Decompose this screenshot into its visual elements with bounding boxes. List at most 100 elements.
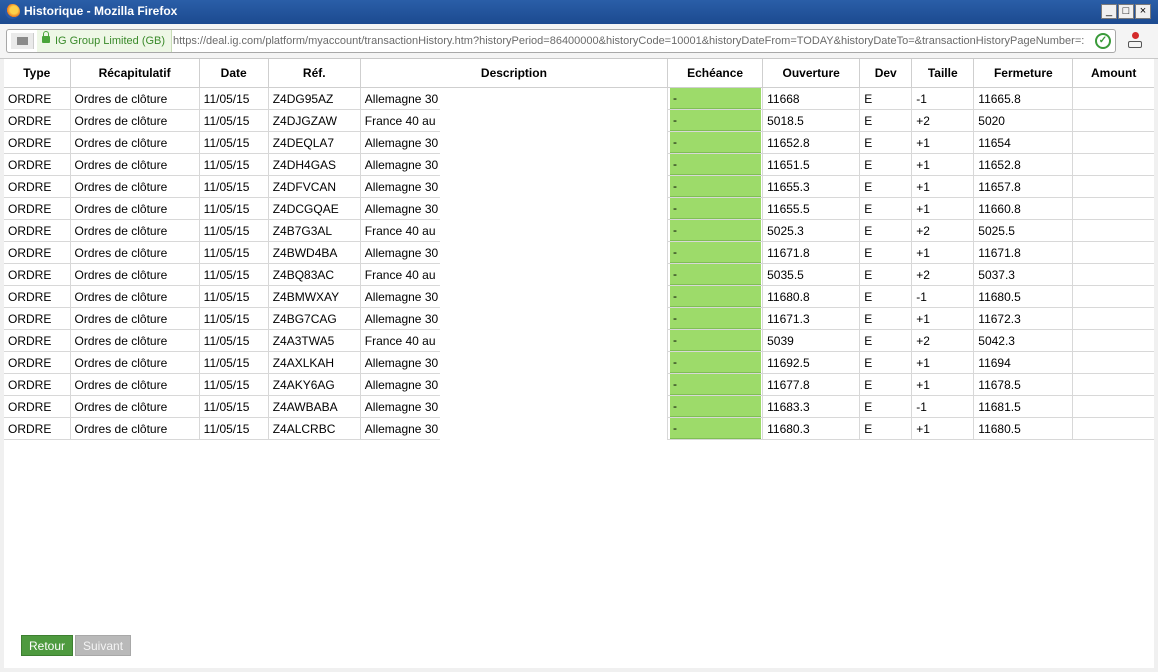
site-identity[interactable]: IG Group Limited (GB) xyxy=(37,30,173,52)
cell-date: 11/05/15 xyxy=(199,351,269,374)
table-row[interactable]: ORDRE Ordres de clôture 11/05/15 Z4DH4GAS Al… xyxy=(4,153,1154,176)
cell-amount xyxy=(1072,351,1154,374)
cell-description: Allemagne 30 xyxy=(360,285,441,308)
verified-check-icon[interactable]: ✓ xyxy=(1095,33,1111,49)
cell-recap: Ordres de clôture xyxy=(70,219,200,242)
notification-badge xyxy=(1132,32,1139,39)
table-header-row: Type Récapitulatif Date Réf. Description… xyxy=(4,59,1154,88)
column-header-ref: Réf. xyxy=(268,59,361,88)
cell-echeance: - xyxy=(667,109,764,132)
column-header-ouverture: Ouverture xyxy=(762,59,861,88)
table-row[interactable]: ORDRE Ordres de clôture 11/05/15 Z4DFVCAN Al… xyxy=(4,175,1154,198)
table-row[interactable]: ORDRE Ordres de clôture 11/05/15 Z4A3TWA5 Fr… xyxy=(4,329,1154,352)
table-row[interactable]: ORDRE Ordres de clôture 11/05/15 Z4BMWXAY Al… xyxy=(4,285,1154,308)
table-row[interactable]: ORDRE Ordres de clôture 11/05/15 Z4AXLKAH Al… xyxy=(4,351,1154,374)
table-row[interactable]: ORDRE Ordres de clôture 11/05/15 Z4ALCRBC Al… xyxy=(4,417,1154,440)
cell-ref: Z4BG7CAG xyxy=(268,307,361,330)
cell-date: 11/05/15 xyxy=(199,87,269,110)
table-row[interactable]: ORDRE Ordres de clôture 11/05/15 Z4BWD4BA Al… xyxy=(4,241,1154,264)
cell-fermeture: 11680.5 xyxy=(973,285,1074,308)
cell-amount xyxy=(1072,395,1154,418)
cell-amount xyxy=(1072,307,1154,330)
cell-ouverture: 11683.3 xyxy=(762,395,861,418)
table-row[interactable]: ORDRE Ordres de clôture 11/05/15 Z4BG7CAG Al… xyxy=(4,307,1154,330)
cell-dev: E xyxy=(859,373,913,396)
cell-recap: Ordres de clôture xyxy=(70,131,200,154)
cell-ref: Z4DEQLA7 xyxy=(268,131,361,154)
cell-description: Allemagne 30 xyxy=(360,351,441,374)
cell-amount xyxy=(1072,109,1154,132)
cell-dev: E xyxy=(859,329,913,352)
cell-ref: Z4AWBABA xyxy=(268,395,361,418)
cell-ref: Z4DCGQAE xyxy=(268,197,361,220)
cell-type: ORDRE xyxy=(4,241,71,264)
cell-type: ORDRE xyxy=(4,219,71,242)
cell-ref: Z4BQ83AC xyxy=(268,263,361,286)
maximize-button[interactable]: □ xyxy=(1118,4,1134,19)
echeance-value: - xyxy=(670,286,762,307)
cell-type: ORDRE xyxy=(4,351,71,374)
cell-type: ORDRE xyxy=(4,395,71,418)
table-row[interactable]: ORDRE Ordres de clôture 11/05/15 Z4DG95AZ Al… xyxy=(4,87,1154,110)
cell-recap: Ordres de clôture xyxy=(70,87,200,110)
cell-fermeture: 11654 xyxy=(973,131,1074,154)
cell-amount xyxy=(1072,373,1154,396)
table-row[interactable]: ORDRE Ordres de clôture 11/05/15 Z4DEQLA7 Al… xyxy=(4,131,1154,154)
table-row[interactable]: ORDRE Ordres de clôture 11/05/15 Z4DJGZAW Fr… xyxy=(4,109,1154,132)
cell-type: ORDRE xyxy=(4,307,71,330)
echeance-value: - xyxy=(670,396,762,417)
cell-description: France 40 au xyxy=(360,219,441,242)
cell-ref: Z4AXLKAH xyxy=(268,351,361,374)
table-row[interactable]: ORDRE Ordres de clôture 11/05/15 Z4BQ83AC Fr… xyxy=(4,263,1154,286)
cell-ref: Z4A3TWA5 xyxy=(268,329,361,352)
cell-echeance: - xyxy=(667,307,764,330)
address-bar[interactable]: IG Group Limited (GB) https://deal.ig.co… xyxy=(6,29,1116,53)
cell-type: ORDRE xyxy=(4,197,71,220)
next-button[interactable]: Suivant xyxy=(75,635,132,656)
cell-ref: Z4ALCRBC xyxy=(268,417,361,440)
cell-ouverture: 11655.3 xyxy=(762,175,861,198)
cell-description: Allemagne 30 xyxy=(360,417,441,440)
cell-date: 11/05/15 xyxy=(199,329,269,352)
url-text[interactable]: https://deal.ig.com/platform/myaccount/t… xyxy=(173,30,1088,52)
page-info-icon[interactable] xyxy=(11,33,34,49)
cell-ouverture: 5035.5 xyxy=(762,263,861,286)
cell-echeance: - xyxy=(667,351,764,374)
cell-date: 11/05/15 xyxy=(199,153,269,176)
cell-dev: E xyxy=(859,417,913,440)
cell-fermeture: 11681.5 xyxy=(973,395,1074,418)
cell-fermeture: 11671.8 xyxy=(973,241,1074,264)
back-button[interactable]: Retour xyxy=(21,635,74,656)
cell-date: 11/05/15 xyxy=(199,307,269,330)
cell-description-blank xyxy=(440,395,669,418)
cell-dev: E xyxy=(859,307,913,330)
cell-description-blank xyxy=(440,175,669,198)
cell-type: ORDRE xyxy=(4,109,71,132)
cell-fermeture: 11672.3 xyxy=(973,307,1074,330)
cell-dev: E xyxy=(859,131,913,154)
echeance-value: - xyxy=(670,154,762,175)
firefox-icon xyxy=(5,4,20,19)
window-title-bar: Historique - Mozilla Firefox _ □ × xyxy=(0,0,1158,24)
cell-ouverture: 11680.3 xyxy=(762,417,861,440)
cell-echeance: - xyxy=(667,395,764,418)
table-row[interactable]: ORDRE Ordres de clôture 11/05/15 Z4DCGQAE Al… xyxy=(4,197,1154,220)
minimize-button[interactable]: _ xyxy=(1101,4,1117,19)
cell-date: 11/05/15 xyxy=(199,109,269,132)
table-row[interactable]: ORDRE Ordres de clôture 11/05/15 Z4AWBABA Al… xyxy=(4,395,1154,418)
cell-ref: Z4DG95AZ xyxy=(268,87,361,110)
cell-ouverture: 5025.3 xyxy=(762,219,861,242)
close-button[interactable]: × xyxy=(1135,4,1151,19)
cell-fermeture: 11660.8 xyxy=(973,197,1074,220)
cell-fermeture: 11652.8 xyxy=(973,153,1074,176)
table-row[interactable]: ORDRE Ordres de clôture 11/05/15 Z4AKY6AG Al… xyxy=(4,373,1154,396)
cell-dev: E xyxy=(859,219,913,242)
navigation-bar: IG Group Limited (GB) https://deal.ig.co… xyxy=(0,24,1158,59)
notification-tool-icon[interactable] xyxy=(1126,32,1144,50)
cell-type: ORDRE xyxy=(4,373,71,396)
cell-echeance: - xyxy=(667,417,764,440)
cell-dev: E xyxy=(859,153,913,176)
cell-description-blank xyxy=(440,417,669,440)
table-row[interactable]: ORDRE Ordres de clôture 11/05/15 Z4B7G3AL Fr… xyxy=(4,219,1154,242)
column-header-fermeture: Fermeture xyxy=(973,59,1074,88)
